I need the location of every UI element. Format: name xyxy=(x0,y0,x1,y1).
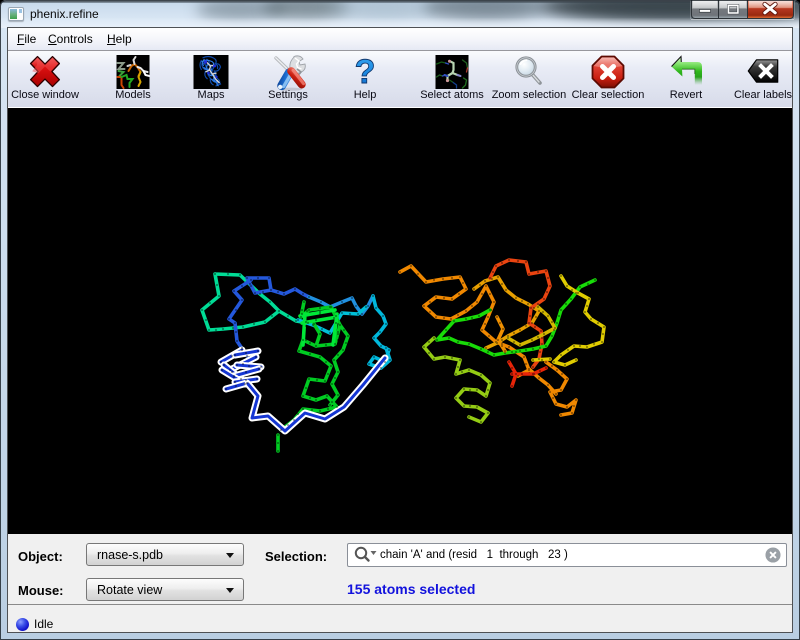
svg-text:?: ? xyxy=(355,55,376,89)
